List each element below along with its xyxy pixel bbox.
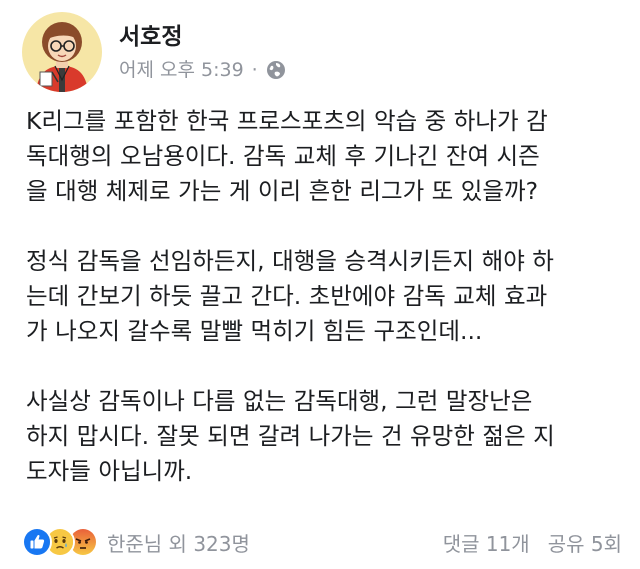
post-header: 서호정 어제 오후 5:39 · bbox=[22, 10, 286, 94]
post-meta: 서호정 어제 오후 5:39 · bbox=[119, 22, 286, 82]
timestamp-row: 어제 오후 5:39 · bbox=[119, 58, 286, 82]
comment-count[interactable]: 댓글 11개 bbox=[443, 528, 530, 557]
facebook-post: 서호정 어제 오후 5:39 · K리그를 포함한 한국 프로스포츠의 악습 중… bbox=[0, 0, 640, 569]
separator-dot: · bbox=[251, 59, 258, 81]
post-paragraph: 사실상 감독이나 다름 없는 감독대행, 그런 말장난은 하지 맙시다. 잘못 … bbox=[26, 387, 555, 485]
post-paragraph: 정식 감독을 선임하든지, 대행을 승격시키든지 해야 하 는데 간보기 하듯 … bbox=[26, 247, 554, 345]
post-timestamp[interactable]: 어제 오후 5:39 bbox=[119, 58, 244, 82]
like-icon bbox=[22, 527, 52, 557]
post-body: K리그를 포함한 한국 프로스포츠의 악습 중 하나가 감 독대행의 오남용이다… bbox=[26, 104, 626, 489]
post-footer: 한준님 외 323명 댓글 11개 공유 5회 bbox=[22, 522, 622, 562]
reaction-icons[interactable] bbox=[22, 527, 98, 557]
globe-icon[interactable] bbox=[266, 60, 286, 80]
reaction-summary[interactable]: 한준님 외 323명 bbox=[107, 528, 250, 557]
share-count[interactable]: 공유 5회 bbox=[548, 528, 622, 557]
avatar[interactable] bbox=[22, 12, 102, 92]
post-paragraph: K리그를 포함한 한국 프로스포츠의 악습 중 하나가 감 독대행의 오남용이다… bbox=[26, 107, 548, 205]
author-name[interactable]: 서호정 bbox=[119, 22, 286, 52]
